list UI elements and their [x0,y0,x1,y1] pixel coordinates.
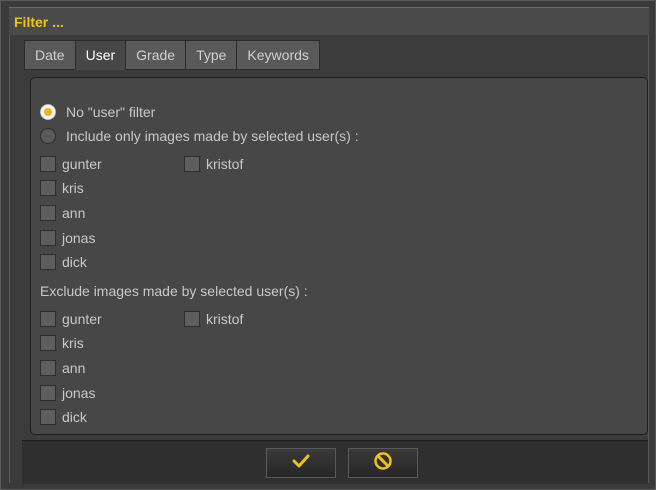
user-label: kristof [206,311,244,327]
tab-bar: Date User Grade Type Keywords [24,40,320,70]
checkbox-icon[interactable] [40,180,56,196]
checkbox-icon[interactable] [40,230,56,246]
no-filter-option[interactable]: No "user" filter [40,104,155,120]
radio-selected-icon[interactable] [40,104,56,120]
checkbox-icon[interactable] [40,409,56,425]
tab-keywords[interactable]: Keywords [236,40,320,70]
checkmark-icon [292,454,310,473]
user-label: ann [62,360,86,376]
user-label: jonas [62,385,96,401]
dialog-title: Filter ... [14,14,64,30]
include-user-kris[interactable]: kris [40,180,84,196]
tab-label: Keywords [247,47,309,63]
user-label: ann [62,205,86,221]
include-label: Include only images made by selected use… [66,128,359,144]
exclude-user-gunter[interactable]: gunter [40,311,102,327]
tab-date[interactable]: Date [24,40,75,70]
checkbox-icon[interactable] [40,311,56,327]
include-user-ann[interactable]: ann [40,205,85,221]
include-option[interactable]: Include only images made by selected use… [40,128,359,144]
exclude-user-kristof[interactable]: kristof [184,311,243,327]
user-label: dick [62,254,87,270]
exclude-section-label: Exclude images made by selected user(s) … [40,283,308,299]
tab-label: User [85,47,116,63]
include-user-kristof[interactable]: kristof [184,156,243,172]
tab-label: Type [196,47,227,63]
include-user-gunter[interactable]: gunter [40,156,102,172]
checkbox-icon[interactable] [40,360,56,376]
tab-type[interactable]: Type [185,40,237,70]
tab-label: Grade [136,47,176,63]
include-user-dick[interactable]: dick [40,254,87,270]
exclude-user-jonas[interactable]: jonas [40,385,95,401]
cancel-icon [373,451,393,476]
checkbox-icon[interactable] [40,254,56,270]
exclude-user-dick[interactable]: dick [40,409,87,425]
cancel-button[interactable] [348,448,418,478]
tab-grade[interactable]: Grade [125,40,186,70]
checkbox-icon[interactable] [40,385,56,401]
checkbox-icon[interactable] [184,311,200,327]
user-label: kristof [206,156,244,172]
tab-label: Date [35,47,65,63]
user-label: kris [62,335,84,351]
exclude-user-kris[interactable]: kris [40,335,84,351]
exclude-label: Exclude images made by selected user(s) … [40,283,308,299]
user-label: dick [62,409,87,425]
user-label: jonas [62,230,96,246]
user-label: gunter [62,156,102,172]
user-label: gunter [62,311,102,327]
checkbox-icon[interactable] [40,205,56,221]
checkbox-icon[interactable] [40,156,56,172]
radio-icon[interactable] [40,128,56,144]
tab-user[interactable]: User [74,40,126,70]
checkbox-icon[interactable] [184,156,200,172]
user-label: kris [62,180,84,196]
title-bar [9,7,649,35]
checkbox-icon[interactable] [40,335,56,351]
include-user-jonas[interactable]: jonas [40,230,95,246]
exclude-user-ann[interactable]: ann [40,360,85,376]
no-filter-label: No "user" filter [66,104,156,120]
ok-button[interactable] [266,448,336,478]
